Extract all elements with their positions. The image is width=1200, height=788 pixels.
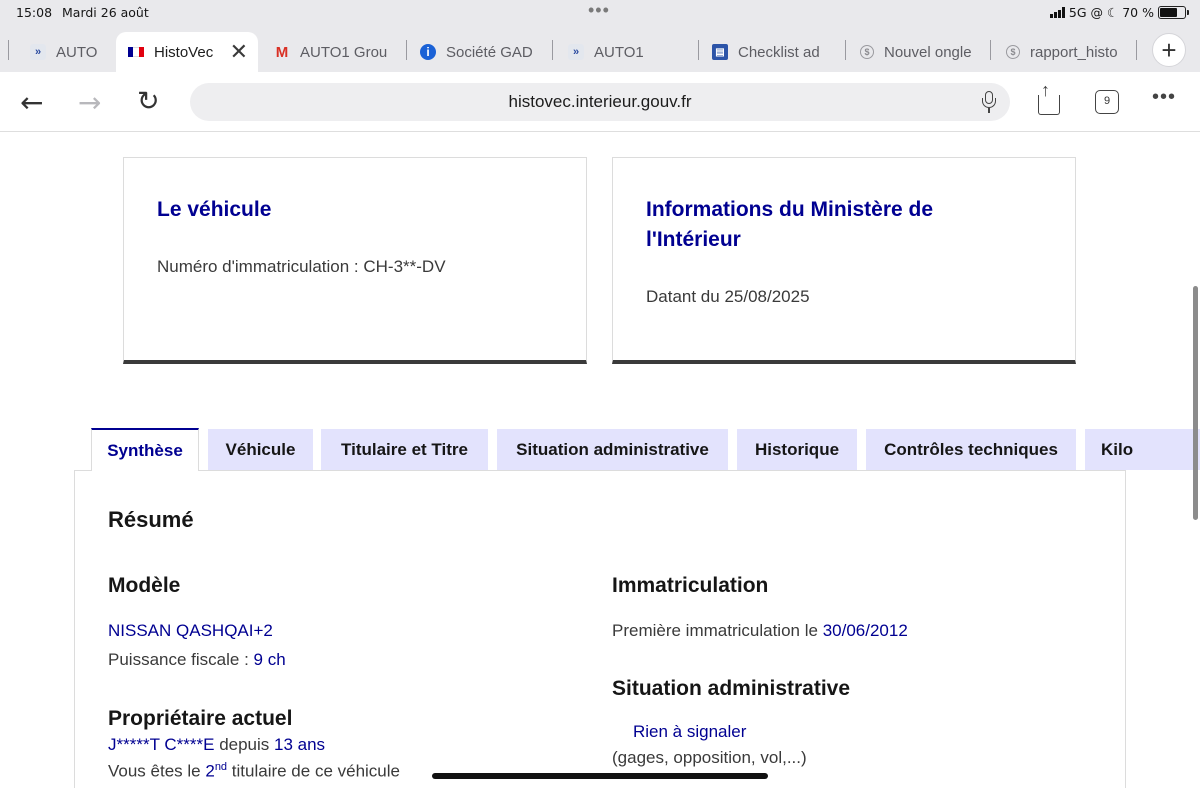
owner-rank-prefix: Vous êtes le — [108, 761, 206, 781]
model-heading: Modèle — [108, 574, 181, 597]
address-bar[interactable]: histovec.interieur.gouv.fr — [190, 83, 1010, 121]
auto1-favicon-icon: » — [568, 44, 584, 60]
registration-heading: Immatriculation — [612, 574, 769, 597]
admin-situation-heading: Situation administrative — [612, 677, 851, 700]
browser-tab-label: AUTO1 — [594, 43, 644, 61]
first-registration-label: Première immatriculation le — [612, 621, 823, 640]
battery-icon — [1158, 6, 1189, 19]
browser-tab-checklist[interactable]: ▤ Checklist ad — [712, 32, 836, 72]
forward-arrow-icon[interactable]: → — [78, 86, 101, 119]
tab-titulaire-titre[interactable]: Titulaire et Titre — [321, 429, 488, 470]
tab-separator — [990, 40, 991, 60]
tab-vehicule[interactable]: Véhicule — [208, 429, 313, 470]
plate-number-text: Numéro d'immatriculation : CH-3**-DV — [157, 257, 446, 276]
browser-tab-label: rapport_histo — [1030, 43, 1118, 61]
report-tabs: Synthèse Véhicule Titulaire et Titre Sit… — [91, 428, 1200, 471]
scrollbar[interactable] — [1193, 286, 1198, 520]
french-flag-icon — [128, 44, 144, 60]
browser-tab-societe-gad[interactable]: i Société GAD — [420, 32, 542, 72]
owner-since-value: 13 ans — [274, 735, 326, 754]
network-label: 5G — [1068, 5, 1087, 20]
model-name: NISSAN QASHQAI+2 — [108, 621, 273, 640]
plus-icon: + — [1161, 34, 1177, 65]
browser-tab-histovec[interactable]: HistoVec ✕ — [116, 32, 258, 72]
page-content: Le véhicule Numéro d'immatriculation : C… — [0, 132, 1200, 788]
tab-separator — [845, 40, 846, 60]
info-icon: i — [420, 44, 436, 60]
browser-tab-label: Nouvel ongle — [884, 43, 972, 61]
signal-icon — [1049, 7, 1065, 18]
browser-tab-label: AUTO — [56, 43, 98, 61]
tab-separator — [1136, 40, 1137, 60]
tab-synthese[interactable]: Synthèse — [91, 428, 199, 471]
browser-tab-strip: » AUTO HistoVec ✕ M AUTO1 Grou i Société… — [0, 26, 1200, 72]
back-arrow-icon[interactable]: ← — [20, 86, 43, 119]
tab-separator — [8, 40, 9, 60]
tab-kilometrage[interactable]: Kilo — [1085, 429, 1200, 470]
tab-separator — [698, 40, 699, 60]
checklist-icon: ▤ — [712, 44, 728, 60]
browser-tab-auto[interactable]: » AUTO — [30, 32, 100, 72]
more-options-icon[interactable]: ••• — [1152, 86, 1176, 109]
share-icon[interactable]: ↑ — [1036, 80, 1062, 116]
moon-icon: ☾ — [1107, 5, 1119, 20]
vehicle-card: Le véhicule Numéro d'immatriculation : C… — [123, 157, 587, 364]
gmail-icon: M — [275, 43, 289, 61]
owner-heading: Propriétaire actuel — [108, 707, 293, 730]
admin-detail: (gages, opposition, vol,...) — [612, 748, 807, 767]
fiscal-power-value: 9 ch — [253, 650, 286, 669]
first-registration-date: 30/06/2012 — [822, 621, 908, 640]
home-indicator[interactable] — [432, 773, 768, 779]
tab-separator — [552, 40, 553, 60]
ministry-card-title: Informations du Ministère de l'Intérieur — [646, 195, 933, 255]
first-registration-line: Première immatriculation le 30/06/2012 — [612, 621, 908, 641]
microphone-icon[interactable] — [982, 91, 996, 113]
tab-situation-administrative[interactable]: Situation administrative — [497, 429, 728, 470]
resume-heading: Résumé — [108, 507, 194, 532]
tab-historique[interactable]: Historique — [737, 429, 857, 470]
auto1-favicon-icon: » — [30, 44, 46, 60]
ministry-card: Informations du Ministère de l'Intérieur… — [612, 157, 1076, 364]
status-date: Mardi 26 août — [62, 5, 149, 20]
status-time: 15:08 — [16, 5, 53, 20]
owner-rank-suffix: titulaire de ce véhicule — [227, 761, 400, 781]
browser-toolbar: ← → ↻ histovec.interieur.gouv.fr ↑ 9 ••• — [0, 72, 1200, 132]
owner-rank-line: Vous êtes le 2nd titulaire de ce véhicul… — [108, 761, 400, 782]
browser-tab-label: AUTO1 Grou — [300, 43, 388, 61]
vehicle-card-title: Le véhicule — [157, 198, 272, 221]
status-bar: 15:08 Mardi 26 août ••• 5G @ ☾ 70 % — [0, 0, 1200, 26]
ministry-title-line-1: Informations du Ministère de — [646, 198, 934, 221]
close-tab-icon[interactable]: ✕ — [230, 39, 248, 65]
fiscal-power-label: Puissance fiscale : — [108, 650, 254, 669]
owner-line: J*****T C****E depuis 13 ans — [108, 735, 325, 755]
location-icon: @ — [1090, 5, 1104, 20]
tab-separator — [406, 40, 407, 60]
browser-tab-new[interactable]: $ Nouvel ongle — [860, 32, 980, 72]
owner-rank-suffix-sup: nd — [214, 761, 228, 773]
browser-tab-rapport[interactable]: $ rapport_histo — [1006, 32, 1128, 72]
browser-tab-label: Checklist ad — [738, 43, 820, 61]
ministry-title-line-2: l'Intérieur — [646, 228, 741, 251]
new-tab-button[interactable]: + — [1152, 33, 1186, 67]
browser-tab-label: HistoVec — [154, 43, 214, 61]
admin-status: Rien à signaler — [633, 722, 747, 741]
fiscal-power-line: Puissance fiscale : 9 ch — [108, 650, 286, 670]
tab-controles-techniques[interactable]: Contrôles techniques — [866, 429, 1076, 470]
status-indicators: 5G @ ☾ 70 % — [1049, 5, 1189, 20]
owner-rank-number: 2 — [205, 761, 215, 781]
globe-icon: $ — [860, 45, 874, 59]
battery-percent: 70 % — [1122, 5, 1154, 20]
globe-icon: $ — [1006, 45, 1020, 59]
browser-tab-auto1-group[interactable]: M AUTO1 Grou — [274, 32, 394, 72]
owner-name: J*****T C****E — [108, 735, 215, 754]
reload-icon[interactable]: ↻ — [137, 86, 160, 117]
multitasking-dots-icon[interactable]: ••• — [588, 0, 610, 21]
browser-tab-auto1[interactable]: » AUTO1 — [568, 32, 688, 72]
browser-tab-label: Société GAD — [446, 43, 533, 61]
url-text: histovec.interieur.gouv.fr — [508, 92, 692, 111]
owner-since-label: depuis — [214, 735, 275, 754]
tab-count-button[interactable]: 9 — [1095, 90, 1119, 114]
ministry-date-text: Datant du 25/08/2025 — [646, 287, 810, 306]
